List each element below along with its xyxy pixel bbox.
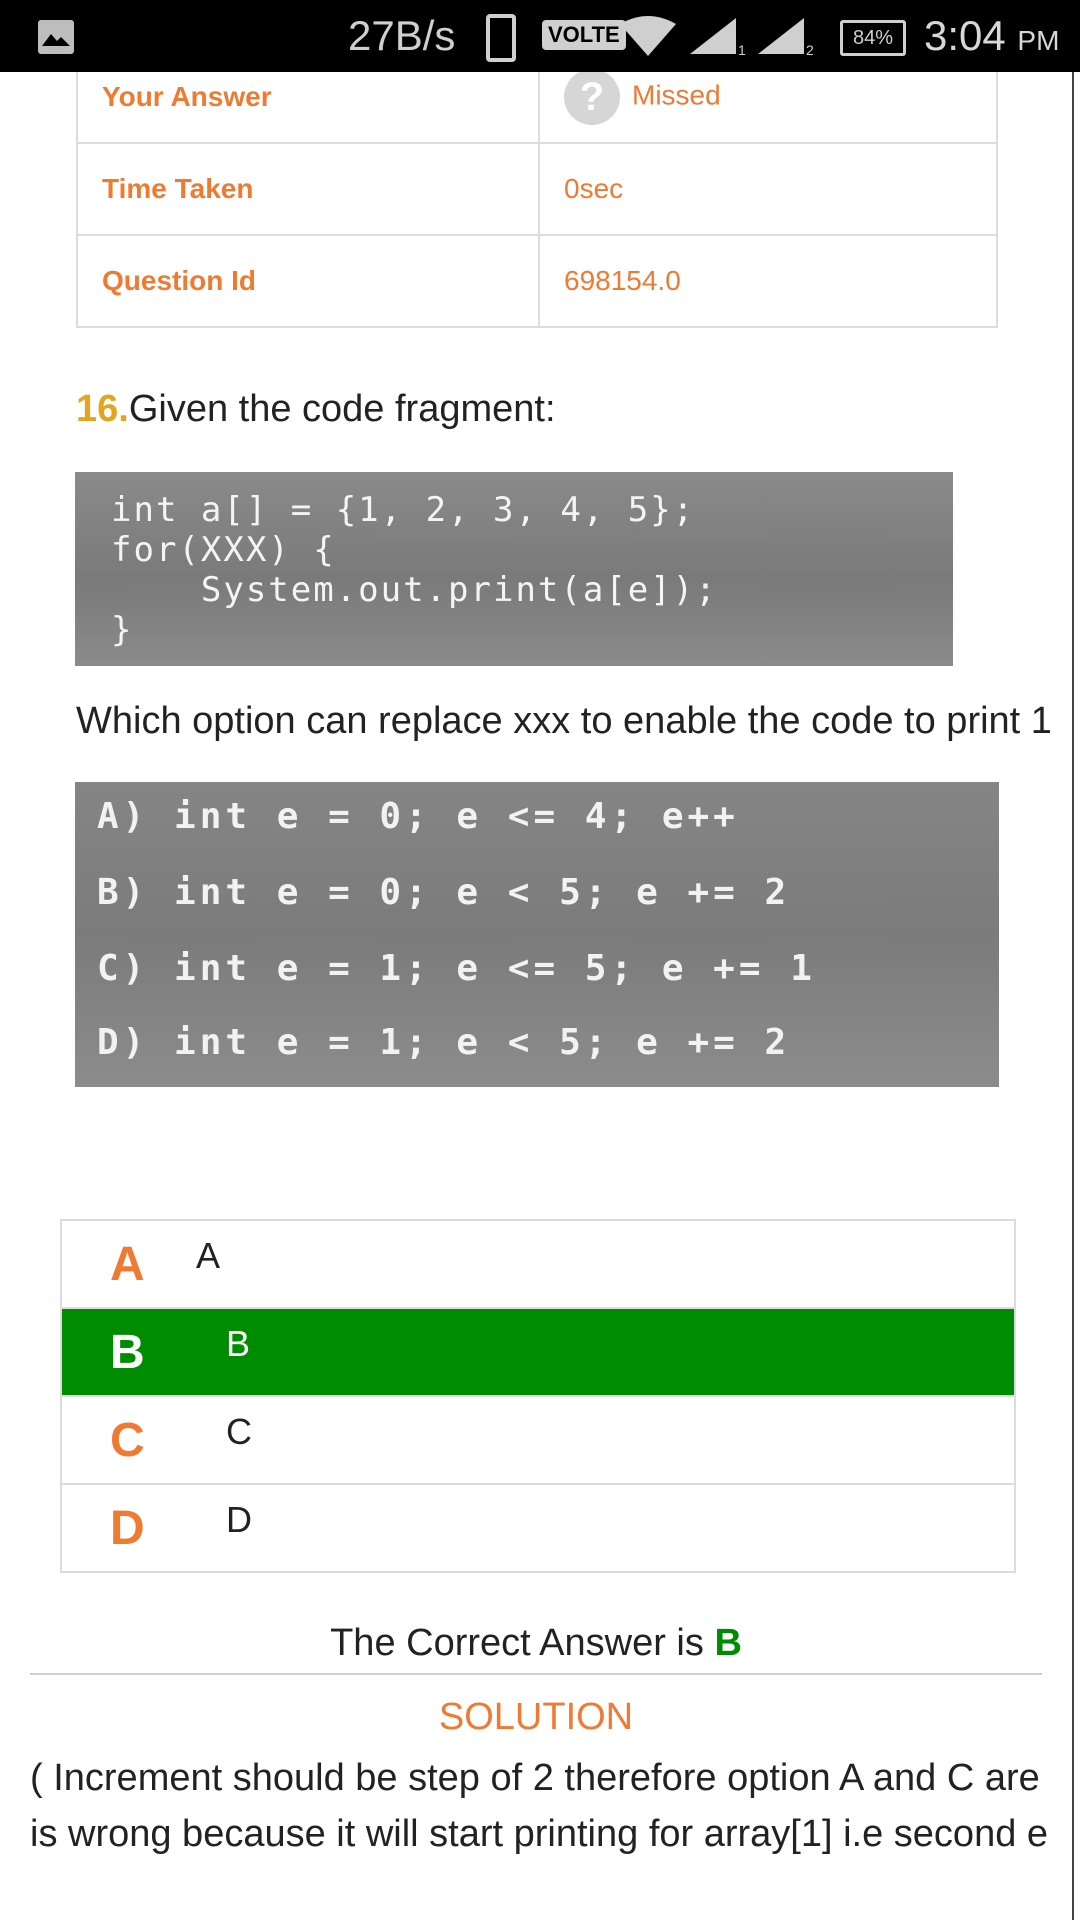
battery-indicator: 84% — [840, 20, 906, 56]
correct-answer-prefix: The Correct Answer is — [330, 1622, 715, 1664]
question-number: 16. — [76, 388, 129, 430]
sim1-label: 1 — [738, 42, 746, 58]
choice-text: C — [226, 1411, 252, 1452]
choice-text: D — [226, 1499, 252, 1540]
question-id-label: Question Id — [76, 234, 540, 328]
options-image: A) int e = 0; e <= 4; e++ B) int e = 0; … — [75, 782, 999, 1087]
gallery-notification-icon — [38, 20, 74, 54]
time-taken-value: 0sec — [538, 142, 998, 236]
question-prompt: Which option can replace xxx to enable t… — [76, 700, 1052, 742]
status-bar: 27B/s VOLTE 1 2 84% 3:04 PM — [0, 0, 1080, 72]
choice-c[interactable]: C C — [62, 1397, 1014, 1485]
correct-answer-line: The Correct Answer is B — [0, 1622, 1072, 1665]
table-row: Question Id 698154.0 — [76, 234, 998, 328]
network-speed: 27B/s — [348, 12, 456, 59]
clock-time: 3:04 — [924, 12, 1006, 59]
question-title: 16.Given the code fragment: — [76, 388, 556, 431]
battery-percent: 84% — [852, 27, 894, 49]
clock-ampm: PM — [1017, 25, 1060, 56]
choice-letter: A — [110, 1238, 145, 1291]
choice-text: B — [226, 1323, 251, 1364]
divider — [30, 1673, 1042, 1675]
choice-d[interactable]: D D — [62, 1485, 1014, 1571]
solution-body: ( Increment should be step of 2 therefor… — [30, 1750, 1080, 1862]
option-line-d: D) int e = 1; e < 5; e += 2 — [97, 1022, 791, 1063]
volte-badge: VOLTE — [542, 20, 626, 50]
table-row: Time Taken 0sec — [76, 142, 998, 236]
choice-letter: C — [110, 1414, 145, 1467]
choice-letter: B — [110, 1326, 145, 1379]
code-fragment-image: int a[] = {1, 2, 3, 4, 5}; for(XXX) { Sy… — [75, 472, 953, 666]
signal-sim2-icon — [758, 18, 804, 54]
solution-line-2: is wrong because it will start printing … — [30, 1813, 1049, 1855]
answer-choices: A A B B C C D D — [60, 1219, 1016, 1573]
sim2-label: 2 — [806, 42, 814, 58]
option-line-a: A) int e = 0; e <= 4; e++ — [97, 796, 739, 837]
code-fragment-text: int a[] = {1, 2, 3, 4, 5}; for(XXX) { Sy… — [111, 490, 718, 650]
result-info-table: Your Answer ? Missed Time Taken 0sec Ques… — [76, 50, 998, 328]
choice-text: A — [196, 1235, 221, 1276]
correct-answer-letter: B — [714, 1622, 742, 1664]
signal-sim1-icon — [690, 18, 736, 54]
vibrate-phone-icon — [486, 14, 516, 62]
option-line-c: C) int e = 1; e <= 5; e += 1 — [97, 948, 816, 989]
question-id-value: 698154.0 — [538, 234, 998, 328]
your-answer-value: Missed — [632, 79, 721, 111]
option-line-b: B) int e = 0; e < 5; e += 2 — [97, 872, 791, 913]
page-edge — [1072, 72, 1074, 1920]
choice-b[interactable]: B B — [62, 1309, 1014, 1397]
choice-letter: D — [110, 1502, 145, 1555]
solution-heading: SOLUTION — [438, 1696, 634, 1738]
question-title-text: Given the code fragment: — [128, 388, 556, 430]
time-taken-label: Time Taken — [76, 142, 540, 236]
solution-line-1: ( Increment should be step of 2 therefor… — [30, 1757, 1040, 1799]
choice-a[interactable]: A A — [62, 1221, 1014, 1309]
wifi-icon — [620, 16, 676, 56]
question-mark-icon: ? — [564, 69, 620, 125]
clock: 3:04 PM — [924, 12, 1059, 60]
